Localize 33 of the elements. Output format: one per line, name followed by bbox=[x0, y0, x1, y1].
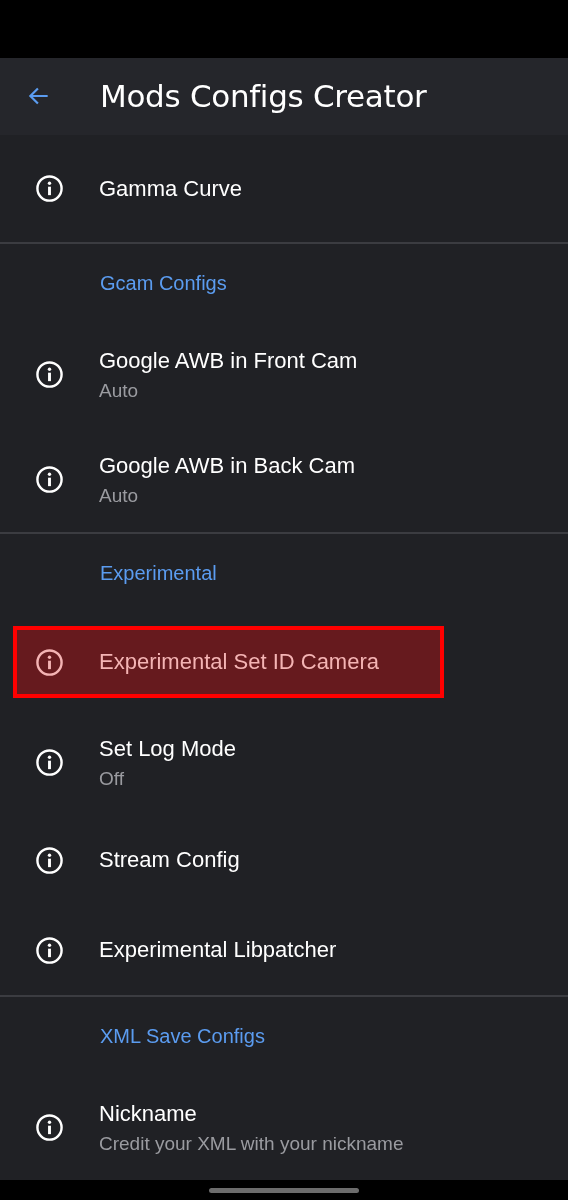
info-icon bbox=[35, 465, 64, 495]
item-title: Nickname bbox=[99, 1100, 198, 1127]
category-header: XML Save Configs bbox=[99, 1023, 266, 1049]
preference-item[interactable]: Google AWB in Back Cam Auto bbox=[0, 427, 568, 533]
home-handle[interactable] bbox=[209, 1187, 359, 1193]
item-title: Set Log Mode bbox=[99, 735, 236, 762]
item-title: Google AWB in Back Cam bbox=[99, 452, 355, 479]
category-header: Gcam Configs bbox=[99, 270, 228, 296]
preference-item[interactable]: Nickname Credit your XML with your nickname bbox=[0, 1075, 568, 1181]
item-summary: Auto bbox=[99, 379, 140, 402]
item-summary: Off bbox=[99, 767, 125, 790]
info-icon bbox=[35, 748, 64, 778]
item-summary: Auto bbox=[99, 484, 140, 507]
preference-item[interactable]: Set Log Mode Off bbox=[0, 710, 568, 816]
preference-item[interactable]: Experimental Set ID Camera bbox=[13, 626, 444, 699]
item-title: Experimental Libpatcher bbox=[99, 937, 337, 964]
screen-title: Mods Configs Creator bbox=[100, 78, 427, 115]
info-icon bbox=[35, 174, 64, 204]
category-header: Experimental bbox=[99, 560, 218, 586]
item-title: Gamma Curve bbox=[99, 175, 243, 202]
preference-item[interactable]: Gamma Curve bbox=[0, 135, 568, 243]
item-summary: Credit your XML with your nickname bbox=[99, 1132, 404, 1155]
item-title: Google AWB in Front Cam bbox=[99, 347, 358, 374]
info-icon bbox=[35, 647, 64, 677]
info-icon bbox=[35, 935, 64, 965]
preference-item[interactable]: Experimental Libpatcher bbox=[0, 905, 568, 996]
item-title: Experimental Set ID Camera bbox=[99, 649, 379, 676]
info-icon bbox=[35, 845, 64, 875]
item-title: Stream Config bbox=[99, 847, 240, 874]
preference-item[interactable]: Stream Config bbox=[0, 815, 568, 906]
info-icon bbox=[35, 360, 64, 390]
info-icon bbox=[35, 1113, 64, 1143]
preference-item[interactable]: Google AWB in Front Cam Auto bbox=[0, 322, 568, 428]
